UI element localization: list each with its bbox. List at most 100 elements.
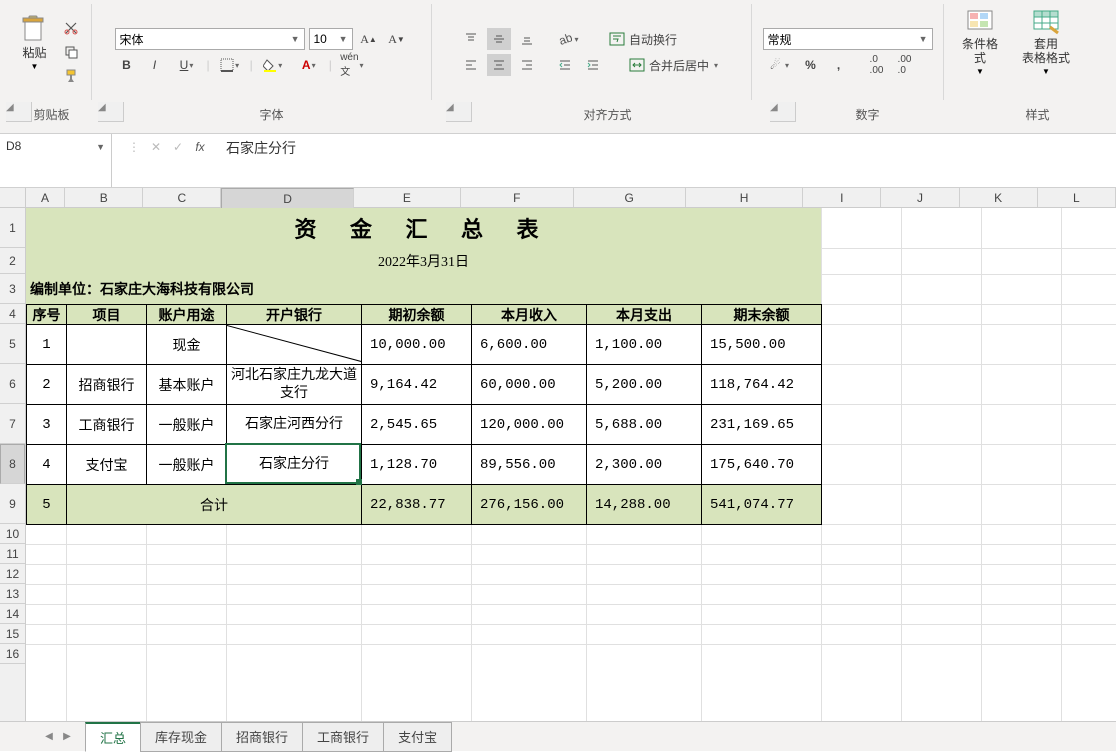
col-header-H[interactable]: H: [686, 188, 803, 207]
group-clipboard: 粘贴 ▼: [6, 4, 92, 100]
row-header-16[interactable]: 16: [0, 644, 25, 664]
row-header-10[interactable]: 10: [0, 524, 25, 544]
row-header-1[interactable]: 1: [0, 208, 25, 248]
copy-button[interactable]: [59, 41, 83, 63]
col-header-C[interactable]: C: [143, 188, 221, 207]
font-family-select[interactable]: 宋体▼: [115, 28, 305, 50]
check-icon[interactable]: ✓: [168, 138, 188, 156]
fx-icon[interactable]: fx: [190, 138, 210, 156]
enter-check-icon[interactable]: ⋮: [124, 138, 144, 156]
wrap-text-button[interactable]: 自动换行: [603, 28, 683, 50]
col-header-G[interactable]: G: [574, 188, 686, 207]
align-bottom-button[interactable]: [515, 28, 539, 50]
clipboard-group-label: 剪贴板◢: [6, 102, 98, 126]
sheet-tab-支付宝[interactable]: 支付宝: [383, 722, 452, 752]
increase-indent-button[interactable]: [581, 54, 605, 76]
formula-input[interactable]: 石家庄分行: [218, 134, 1116, 187]
align-dialog-icon[interactable]: ◢: [446, 102, 472, 122]
tab-nav-next[interactable]: ▶: [58, 727, 76, 747]
orientation-button[interactable]: ab▾: [553, 28, 585, 50]
select-all-corner[interactable]: [0, 188, 26, 208]
align-center-button[interactable]: [487, 54, 511, 76]
sheet-tab-汇总[interactable]: 汇总: [85, 722, 141, 752]
row-header-3[interactable]: 3: [0, 274, 25, 304]
italic-button[interactable]: I: [143, 54, 167, 76]
increase-decimal-button[interactable]: .0.00: [865, 54, 889, 76]
font-size-value: 10: [314, 32, 335, 46]
row-header-5[interactable]: 5: [0, 324, 25, 364]
comma-button[interactable]: ,: [827, 54, 851, 76]
sheet-tab-工商银行[interactable]: 工商银行: [302, 722, 384, 752]
underline-button[interactable]: U▾: [171, 54, 203, 76]
table-header-1: 项目: [66, 304, 147, 325]
row-header-9[interactable]: 9: [0, 484, 25, 524]
cancel-x-icon[interactable]: ✕: [146, 138, 166, 156]
font-color-button[interactable]: A▾: [293, 54, 325, 76]
row-header-6[interactable]: 6: [0, 364, 25, 404]
bold-button[interactable]: B: [115, 54, 139, 76]
group-styles: 条件格式▼ 套用 表格格式▼: [944, 4, 1084, 100]
col-header-A[interactable]: A: [26, 188, 65, 207]
row-header-7[interactable]: 7: [0, 404, 25, 444]
total-b1: 541,074.77: [701, 484, 822, 525]
col-header-D[interactable]: D: [221, 188, 353, 210]
name-box[interactable]: D8 ▼: [0, 134, 112, 187]
row2-use: 一般账户: [146, 404, 227, 445]
merge-center-button[interactable]: 合并后居中▾: [623, 54, 724, 76]
total-seq: 5: [26, 484, 67, 525]
row-header-12[interactable]: 12: [0, 564, 25, 584]
col-header-B[interactable]: B: [65, 188, 143, 207]
format-painter-button[interactable]: [59, 65, 83, 87]
align-top-button[interactable]: [459, 28, 483, 50]
align-right-button[interactable]: [515, 54, 539, 76]
font-dialog-icon[interactable]: ◢: [98, 102, 124, 122]
sheet-tab-招商银行[interactable]: 招商银行: [221, 722, 303, 752]
row-header-13[interactable]: 13: [0, 584, 25, 604]
fill-color-button[interactable]: ▾: [257, 54, 289, 76]
row-header-11[interactable]: 11: [0, 544, 25, 564]
font-family-value: 宋体: [120, 31, 287, 48]
clipboard-dialog-icon[interactable]: ◢: [6, 102, 32, 122]
cut-button[interactable]: [59, 17, 83, 39]
row-header-4[interactable]: 4: [0, 304, 25, 324]
column-headers: ABCDEFGHIJKL: [26, 188, 1116, 208]
col-header-L[interactable]: L: [1038, 188, 1116, 207]
col-header-J[interactable]: J: [881, 188, 959, 207]
cond-format-label: 条件格式: [958, 37, 1002, 65]
spreadsheet: ABCDEFGHIJKL 12345678910111213141516 资 金…: [0, 188, 1116, 721]
paste-button[interactable]: 粘贴 ▼: [15, 4, 55, 80]
row-headers: 12345678910111213141516: [0, 208, 26, 721]
row-header-8[interactable]: 8: [0, 444, 25, 484]
increase-font-button[interactable]: A▲: [357, 28, 381, 50]
row2-proj: 工商银行: [66, 404, 147, 445]
font-size-select[interactable]: 10▼: [309, 28, 353, 50]
sheet-tabs: ◀ ▶ 汇总库存现金招商银行工商银行支付宝: [0, 721, 1116, 751]
percent-button[interactable]: %: [799, 54, 823, 76]
align-left-button[interactable]: [459, 54, 483, 76]
number-format-select[interactable]: 常规▼: [763, 28, 933, 50]
borders-button[interactable]: ▾: [214, 54, 246, 76]
col-header-K[interactable]: K: [960, 188, 1038, 207]
row-header-15[interactable]: 15: [0, 624, 25, 644]
tab-nav-prev[interactable]: ◀: [40, 727, 58, 747]
row-header-2[interactable]: 2: [0, 248, 25, 274]
grid[interactable]: 资 金 汇 总 表2022年3月31日编制单位：石家庄大海科技有限公司序号项目账…: [26, 208, 1116, 721]
col-header-F[interactable]: F: [461, 188, 573, 207]
decrease-font-button[interactable]: A▼: [385, 28, 409, 50]
table-header-0: 序号: [26, 304, 67, 325]
col-header-I[interactable]: I: [803, 188, 881, 207]
align-middle-button[interactable]: [487, 28, 511, 50]
table-format-button[interactable]: 套用 表格格式▼: [1016, 4, 1076, 80]
row-header-14[interactable]: 14: [0, 604, 25, 624]
sheet-tab-库存现金[interactable]: 库存现金: [140, 722, 222, 752]
decrease-decimal-button[interactable]: .00.0: [893, 54, 917, 76]
row0-b0: 10,000.00: [361, 324, 472, 365]
group-number: 常规▼ ☄▾ % , .0.00 .00.0: [752, 4, 944, 100]
phonetic-button[interactable]: wén文▾: [336, 54, 368, 76]
decrease-indent-button[interactable]: [553, 54, 577, 76]
conditional-format-button[interactable]: 条件格式▼: [952, 4, 1008, 80]
row0-b1: 15,500.00: [701, 324, 822, 365]
accounting-format-button[interactable]: ☄▾: [763, 54, 795, 76]
number-dialog-icon[interactable]: ◢: [770, 102, 796, 122]
col-header-E[interactable]: E: [354, 188, 462, 207]
